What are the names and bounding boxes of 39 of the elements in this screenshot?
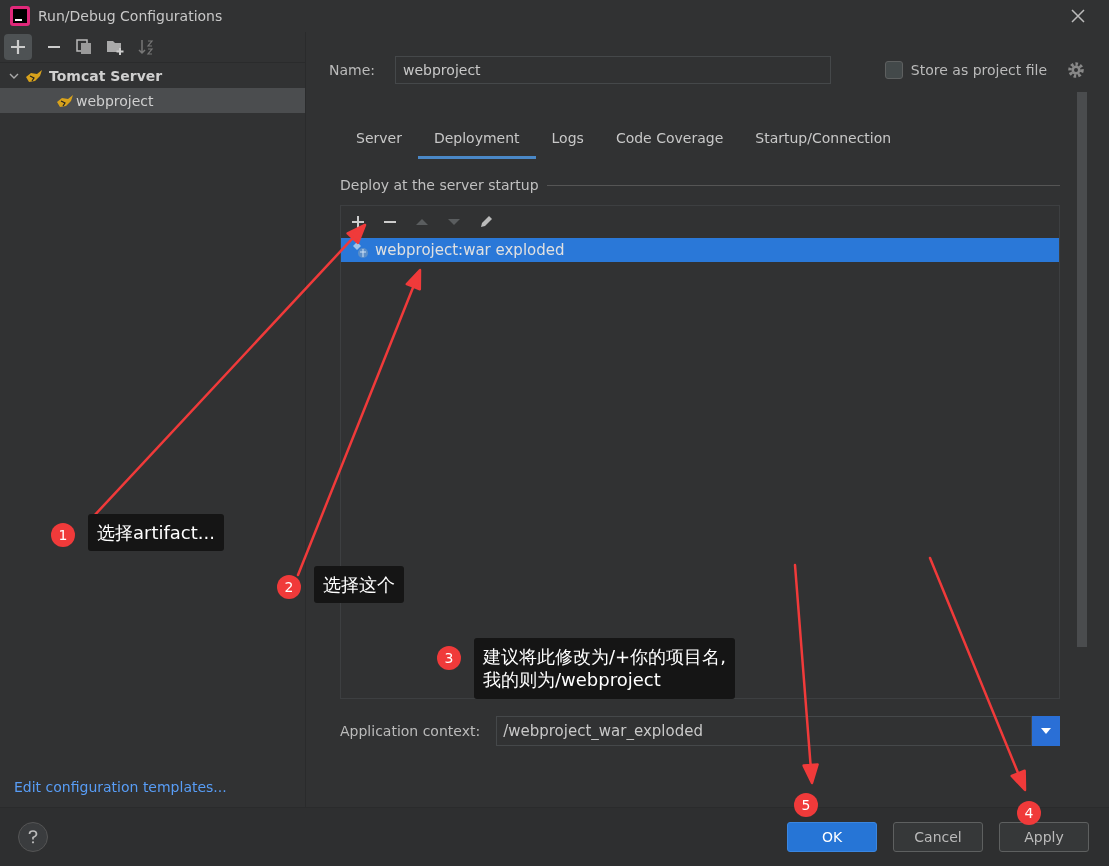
- app-logo-icon: [10, 6, 30, 26]
- scrollbar[interactable]: [1077, 92, 1087, 647]
- tab[interactable]: Logs: [535, 119, 600, 159]
- close-icon[interactable]: [1071, 9, 1085, 23]
- name-label: Name:: [329, 62, 376, 78]
- help-button[interactable]: [18, 822, 48, 852]
- ok-button[interactable]: OK: [787, 822, 877, 852]
- dropdown-button[interactable]: [1032, 716, 1060, 746]
- folder-plus-icon[interactable]: [106, 39, 124, 55]
- templates-link[interactable]: Edit configuration templates...: [0, 779, 305, 807]
- dialog-button[interactable]: Apply: [999, 822, 1089, 852]
- context-label: Application context:: [340, 723, 481, 739]
- step-badge: 5: [794, 793, 818, 817]
- annotation-note: 选择artifact...: [88, 514, 224, 552]
- context-field[interactable]: /webproject_war_exploded: [496, 716, 1032, 746]
- annotation-note: 选择这个: [314, 566, 404, 604]
- question-icon: [28, 830, 38, 844]
- add-icon[interactable]: [4, 34, 32, 60]
- pencil-icon[interactable]: [478, 214, 494, 230]
- artifact-icon: [351, 241, 369, 259]
- tab[interactable]: Startup/Connection: [739, 119, 908, 159]
- name-field[interactable]: webproject: [395, 56, 832, 84]
- settings-icon[interactable]: [1067, 61, 1085, 79]
- add-icon[interactable]: [350, 214, 366, 230]
- sort-icon[interactable]: [138, 39, 154, 55]
- caret-icon: [1040, 727, 1052, 735]
- tree-item[interactable]: webproject: [0, 88, 305, 113]
- tab[interactable]: Server: [340, 119, 418, 159]
- checkbox-label[interactable]: Store as project file: [910, 62, 1047, 78]
- window-title: Run/Debug Configurations: [38, 8, 223, 24]
- annotation-note: 建议将此修改为/+你的项目名, 我的则为/webproject: [474, 638, 735, 699]
- dialog-button[interactable]: Cancel: [893, 822, 983, 852]
- tree-item[interactable]: Tomcat Server: [0, 63, 305, 88]
- tab[interactable]: Deployment: [417, 119, 536, 159]
- section-title: Deploy at the server startup: [340, 177, 539, 193]
- tab[interactable]: Code Coverage: [599, 119, 740, 159]
- checkbox[interactable]: [884, 61, 903, 79]
- copy-icon[interactable]: [76, 39, 92, 55]
- step-badge: 4: [1017, 801, 1041, 825]
